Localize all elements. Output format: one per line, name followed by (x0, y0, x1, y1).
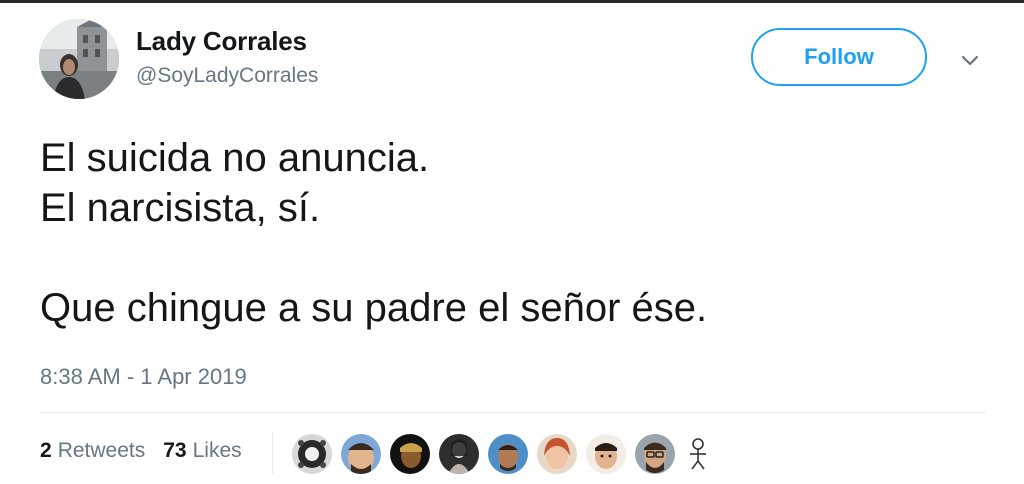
liker-avatar[interactable] (635, 434, 675, 474)
retweets-count: 2 (40, 439, 52, 462)
likes-count: 73 (163, 439, 187, 462)
liker-avatar[interactable] (537, 434, 577, 474)
tweet-timestamp[interactable]: 8:38 AM - 1 Apr 2019 (40, 364, 247, 390)
divider (40, 412, 986, 413)
liker-avatar[interactable] (390, 434, 430, 474)
avatar[interactable] (39, 19, 119, 99)
liker-avatar[interactable] (341, 434, 381, 474)
tweet-text: El suicida no anuncia. El narcisista, sí… (40, 133, 980, 333)
likes-stat[interactable]: 73 Likes (163, 439, 241, 463)
liker-avatar[interactable] (586, 434, 626, 474)
liker-avatars (292, 432, 712, 476)
follow-button[interactable]: Follow (751, 28, 927, 86)
likes-label: Likes (192, 439, 242, 462)
liker-avatar[interactable] (488, 434, 528, 474)
tweet-line: El narcisista, sí. (40, 186, 321, 230)
tweet-stats: 2 Retweets 73 Likes (40, 439, 242, 463)
tweet-line-gap (40, 233, 980, 283)
top-border (0, 0, 1024, 3)
tweet-line: El suicida no anuncia. (40, 136, 430, 180)
stick-figure-icon[interactable] (684, 434, 712, 474)
liker-avatar[interactable] (439, 434, 479, 474)
tweet-line: Que chingue a su padre el señor ése. (40, 286, 708, 330)
liker-avatar[interactable] (292, 434, 332, 474)
retweets-label: Retweets (57, 439, 146, 462)
stats-separator (272, 432, 273, 474)
retweets-stat[interactable]: 2 Retweets (40, 439, 145, 463)
avatar-photo (39, 19, 119, 99)
user-name[interactable]: Lady Corrales (136, 26, 307, 57)
user-handle[interactable]: @SoyLadyCorrales (136, 64, 318, 88)
chevron-down-icon[interactable] (958, 48, 982, 72)
